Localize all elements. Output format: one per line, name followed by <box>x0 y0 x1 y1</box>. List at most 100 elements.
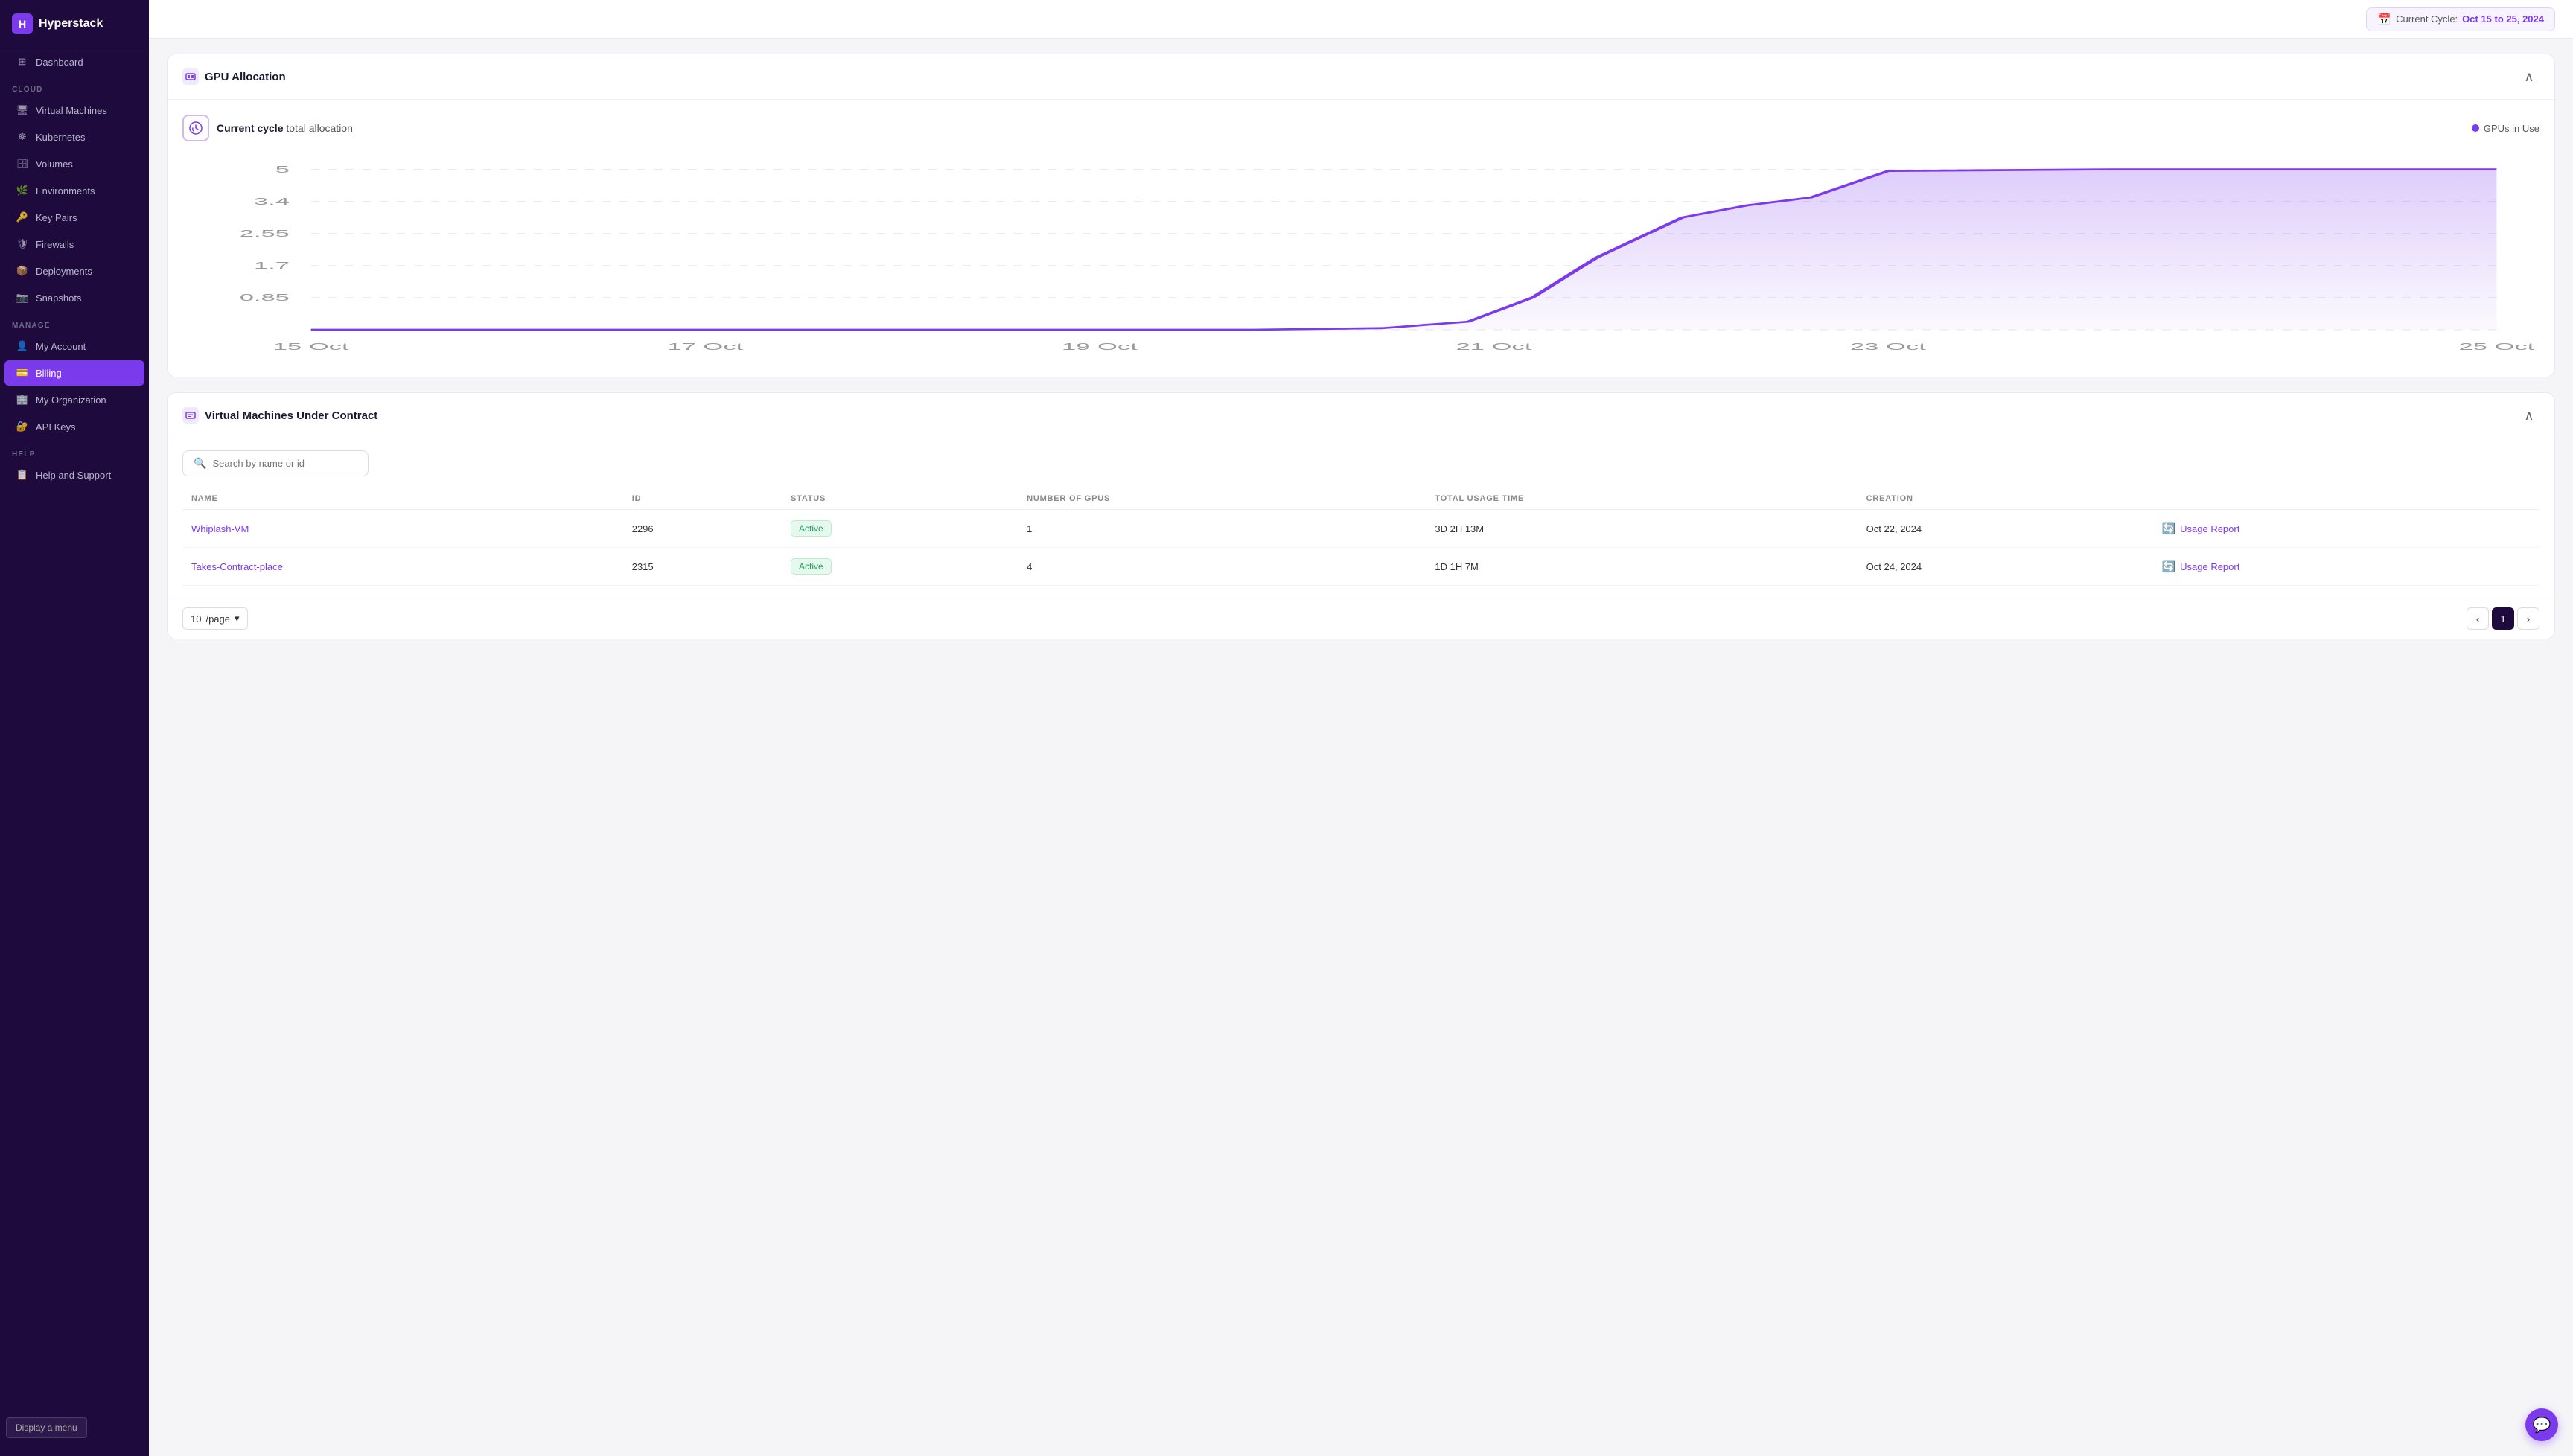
topbar: 📅 Current Cycle: Oct 15 to 25, 2024 <box>149 0 2573 39</box>
sidebar-item-snapshots[interactable]: 📷 Snapshots <box>4 285 144 310</box>
sidebar-section-help: HELP <box>0 440 149 462</box>
col-usage-time: TOTAL USAGE TIME <box>1426 488 1857 510</box>
sidebar-section-manage: MANAGE <box>0 311 149 333</box>
main-area: 📅 Current Cycle: Oct 15 to 25, 2024 <box>149 0 2573 1456</box>
vm-gpus-cell: 4 <box>1018 548 1426 586</box>
svg-text:3.4: 3.4 <box>254 196 290 207</box>
sidebar-item-label: Volumes <box>36 159 73 170</box>
content-area: GPU Allocation ∧ <box>149 39 2573 1456</box>
legend-label: GPUs in Use <box>2484 123 2539 134</box>
sidebar-item-label: My Account <box>36 341 86 352</box>
svg-text:19 Oct: 19 Oct <box>1062 341 1138 352</box>
vm-id-cell: 2296 <box>623 510 782 548</box>
gpu-chart-section: Current cycle total allocation GPUs in U… <box>168 100 2554 377</box>
svg-text:25 Oct: 25 Oct <box>2459 341 2536 352</box>
gpu-allocation-card: GPU Allocation ∧ <box>167 54 2555 377</box>
sidebar-item-label: API Keys <box>36 421 75 432</box>
chart-icon-box <box>182 115 209 141</box>
chart-legend: GPUs in Use <box>2472 123 2539 134</box>
per-page-label: /page <box>205 613 230 625</box>
pagination-prev-button[interactable]: ‹ <box>2467 607 2489 630</box>
svg-text:17 Oct: 17 Oct <box>667 341 744 352</box>
vm-name-link-2[interactable]: Takes-Contract-place <box>191 561 283 572</box>
my-account-icon: 👤 <box>16 340 28 352</box>
vm-card-title: Virtual Machines Under Contract <box>182 407 377 424</box>
search-box[interactable]: 🔍 <box>182 450 369 476</box>
sidebar-item-key-pairs[interactable]: 🔑 Key Pairs <box>4 205 144 230</box>
chat-bubble-button[interactable]: 💬 <box>2525 1408 2558 1441</box>
sidebar-item-help-support[interactable]: 📋 Help and Support <box>4 462 144 488</box>
col-name: NAME <box>182 488 623 510</box>
vm-name-link-1[interactable]: Whiplash-VM <box>191 523 249 534</box>
gpu-card-icon <box>182 68 199 85</box>
legend-dot <box>2472 124 2479 132</box>
sidebar-item-label: Help and Support <box>36 470 111 481</box>
col-status: STATUS <box>782 488 1018 510</box>
sidebar-item-api-keys[interactable]: 🔐 API Keys <box>4 414 144 439</box>
search-input[interactable] <box>212 458 357 469</box>
vm-title: Virtual Machines Under Contract <box>205 409 377 422</box>
svg-text:1.7: 1.7 <box>254 260 290 271</box>
sidebar-item-volumes[interactable]: 🗄 Volumes <box>4 151 144 176</box>
vm-id-cell: 2315 <box>623 548 782 586</box>
vm-creation-cell: Oct 24, 2024 <box>1858 548 2153 586</box>
app-logo[interactable]: H Hyperstack <box>0 0 149 48</box>
per-page-value: 10 <box>191 613 201 625</box>
svg-text:21 Oct: 21 Oct <box>1456 341 1533 352</box>
per-page-chevron-icon: ▾ <box>235 613 240 625</box>
usage-report-icon-2: 🔄 <box>2161 560 2175 573</box>
sidebar-item-dashboard[interactable]: ⊞ Dashboard <box>4 49 144 74</box>
vm-table-header: NAME ID STATUS NUMBER OF GPUS TOTAL USAG… <box>182 488 2539 510</box>
current-cycle-badge: 📅 Current Cycle: Oct 15 to 25, 2024 <box>2366 7 2555 31</box>
sidebar-item-label: Firewalls <box>36 239 74 250</box>
vm-contract-card: Virtual Machines Under Contract ∧ 🔍 NAME… <box>167 392 2555 639</box>
chart-header: Current cycle total allocation GPUs in U… <box>182 115 2539 141</box>
sidebar-item-label: Kubernetes <box>36 132 86 143</box>
usage-report-button-2[interactable]: 🔄 Usage Report <box>2161 560 2239 573</box>
gpu-card-title: GPU Allocation <box>182 68 286 85</box>
sidebar-item-environments[interactable]: 🌿 Environments <box>4 178 144 203</box>
sidebar-item-deployments[interactable]: 📦 Deployments <box>4 258 144 284</box>
vm-table-body: Whiplash-VM 2296 Active 1 3D 2H 13M Oct … <box>182 510 2539 586</box>
gpu-chart: 5 3.4 2.55 1.7 0.85 <box>182 153 2539 362</box>
api-keys-icon: 🔐 <box>16 421 28 432</box>
dashboard-icon: ⊞ <box>16 56 28 68</box>
sidebar-item-virtual-machines[interactable]: 🖥 Virtual Machines <box>4 98 144 123</box>
key-pairs-icon: 🔑 <box>16 211 28 223</box>
pagination-page-1-button[interactable]: 1 <box>2492 607 2514 630</box>
sidebar-item-label: Deployments <box>36 266 92 277</box>
svg-text:0.85: 0.85 <box>240 292 290 303</box>
sidebar-section-cloud: CLOUD <box>0 75 149 97</box>
status-badge-2: Active <box>791 558 832 575</box>
vm-creation-cell: Oct 22, 2024 <box>1858 510 2153 548</box>
vm-status-cell: Active <box>782 510 1018 548</box>
sidebar-item-firewalls[interactable]: 🛡 Firewalls <box>4 232 144 257</box>
search-icon: 🔍 <box>194 457 206 470</box>
gpu-title: GPU Allocation <box>205 71 286 83</box>
sidebar-item-label: Snapshots <box>36 293 81 304</box>
pagination-next-button[interactable]: › <box>2517 607 2539 630</box>
sidebar-item-billing[interactable]: 💳 Billing <box>4 360 144 386</box>
table-footer: 10 /page ▾ ‹ 1 › <box>168 598 2554 639</box>
per-page-select[interactable]: 10 /page ▾ <box>182 607 248 630</box>
sidebar-item-label: Dashboard <box>36 57 83 68</box>
gpu-card-header: GPU Allocation ∧ <box>168 54 2554 100</box>
chat-icon: 💬 <box>2533 1416 2551 1434</box>
sidebar-item-my-account[interactable]: 👤 My Account <box>4 333 144 359</box>
calendar-icon: 📅 <box>2377 13 2391 26</box>
svg-text:2.55: 2.55 <box>240 228 290 239</box>
app-name: Hyperstack <box>39 17 103 31</box>
svg-text:15 Oct: 15 Oct <box>273 341 350 352</box>
environments-icon: 🌿 <box>16 185 28 197</box>
vm-name-cell: Takes-Contract-place <box>182 548 623 586</box>
table-row: Takes-Contract-place 2315 Active 4 1D 1H… <box>182 548 2539 586</box>
sidebar-item-kubernetes[interactable]: ☸ Kubernetes <box>4 124 144 150</box>
vm-card-collapse-button[interactable]: ∧ <box>2519 405 2539 426</box>
gpu-card-collapse-button[interactable]: ∧ <box>2519 66 2539 87</box>
sidebar-item-my-organization[interactable]: 🏢 My Organization <box>4 387 144 412</box>
vm-usage-cell: 3D 2H 13M <box>1426 510 1857 548</box>
display-menu-button[interactable]: Display a menu <box>6 1417 87 1438</box>
col-gpus: NUMBER OF GPUS <box>1018 488 1426 510</box>
usage-report-button-1[interactable]: 🔄 Usage Report <box>2161 522 2239 535</box>
svg-text:23 Oct: 23 Oct <box>1850 341 1927 352</box>
